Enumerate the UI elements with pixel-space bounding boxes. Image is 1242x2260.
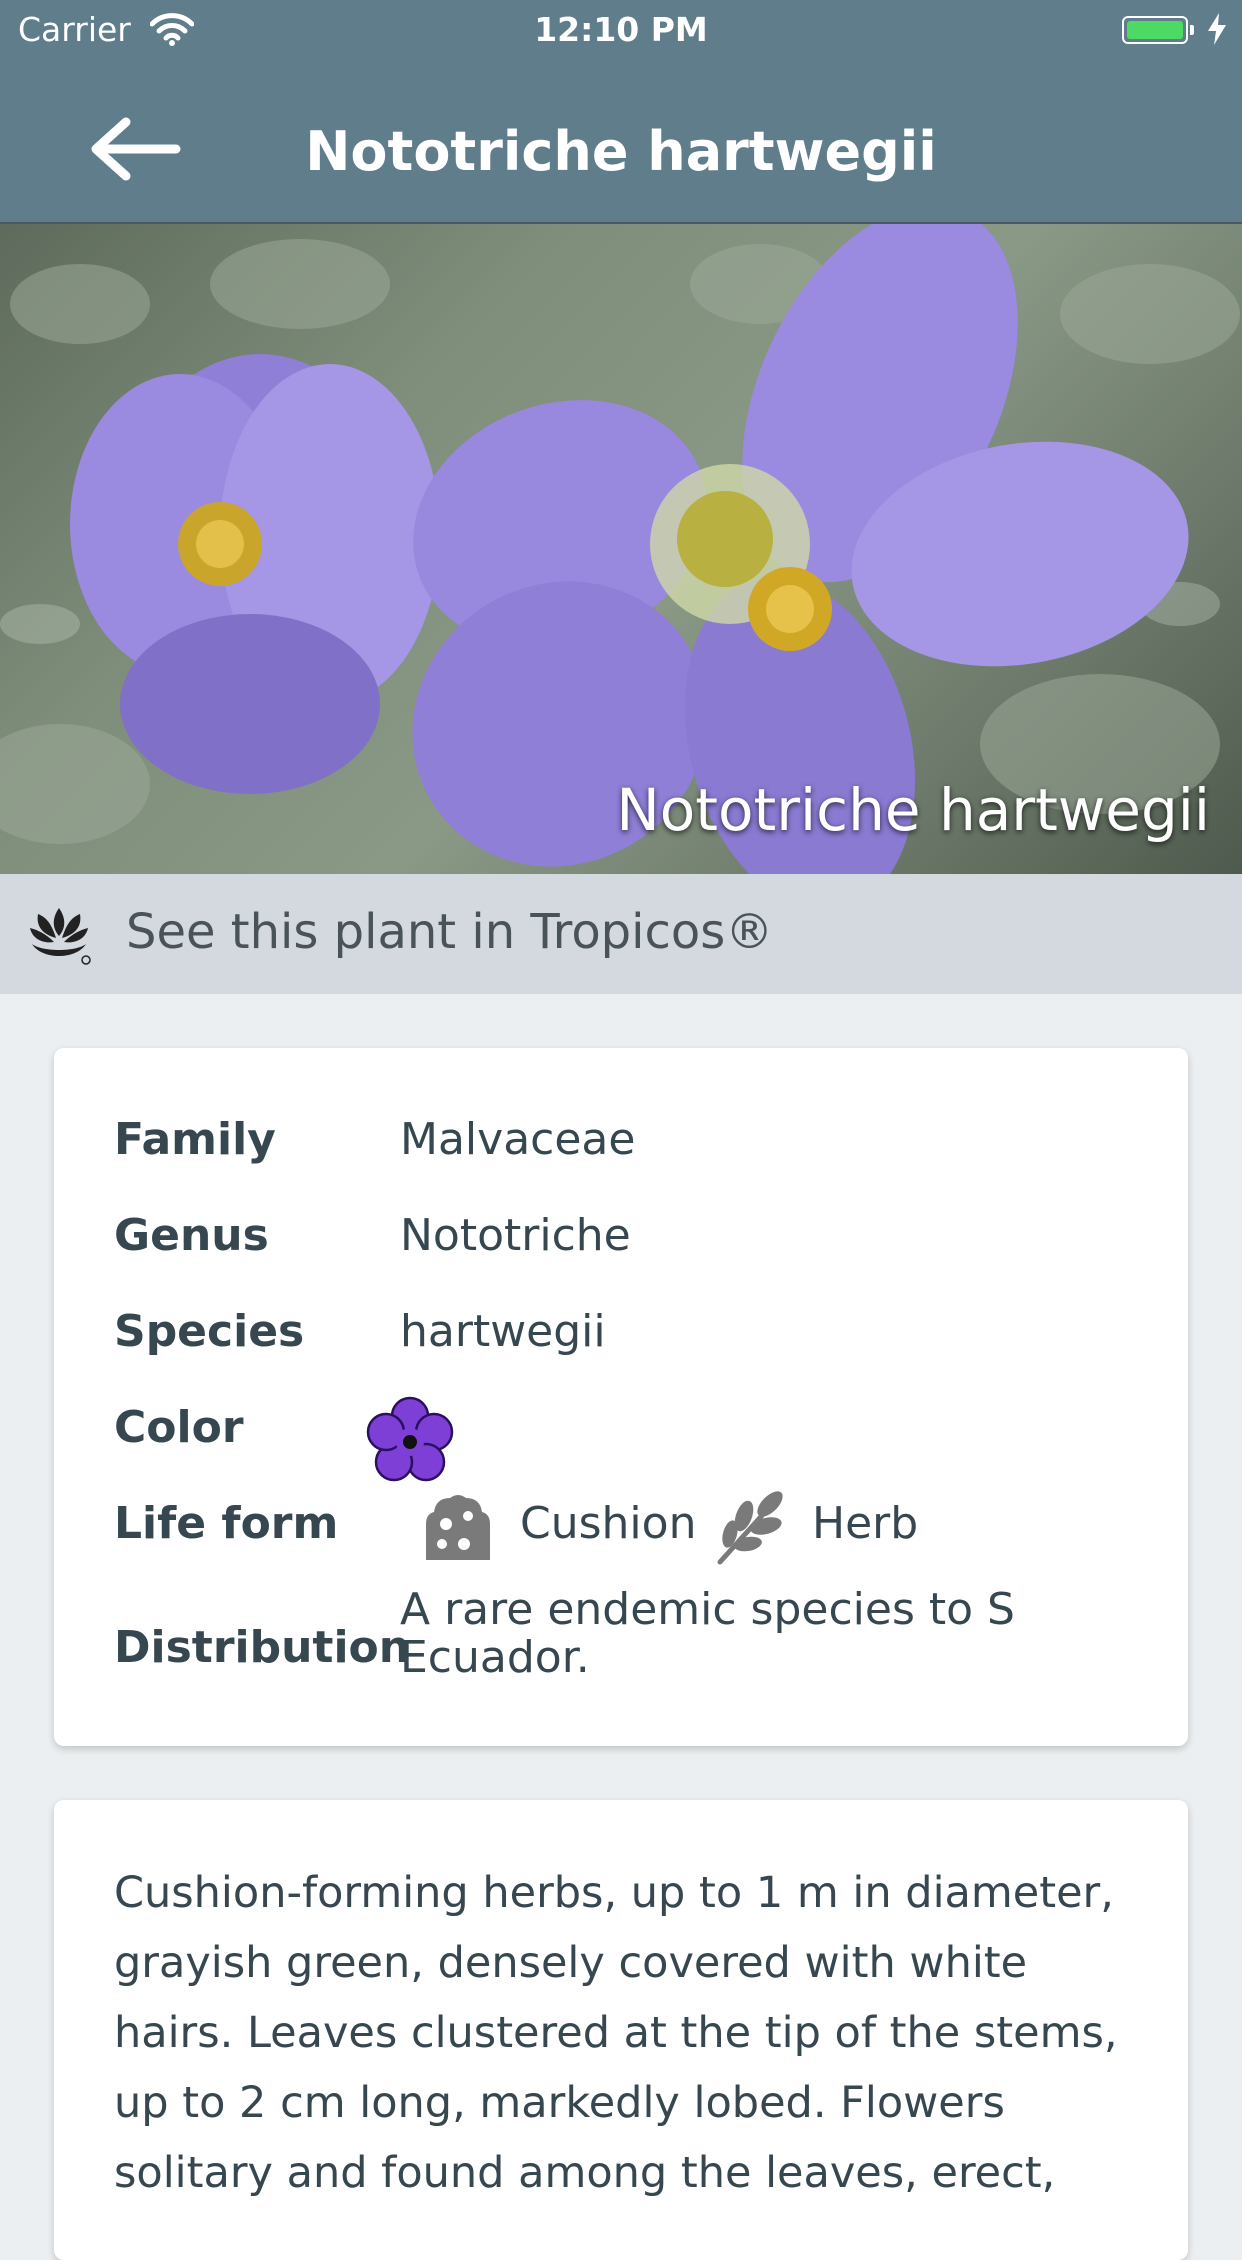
genus-value: Nototriche — [400, 1210, 631, 1261]
page-title: Nototriche hartwegii — [305, 120, 937, 183]
genus-label: Genus — [114, 1210, 269, 1261]
plant-photo[interactable]: Nototriche hartwegii — [0, 224, 1242, 874]
tropicos-logo-icon — [24, 902, 94, 970]
taxonomy-card: Family Malvaceae Genus Nototriche Specie… — [54, 1048, 1188, 1746]
status-time: 12:10 PM — [534, 10, 708, 49]
life-form-cushion-label: Cushion — [520, 1498, 697, 1549]
life-form-label: Life form — [114, 1498, 339, 1549]
battery-icon — [1122, 16, 1194, 44]
nav-bar: Nototriche hartwegii — [0, 62, 1242, 224]
distribution-value: A rare endemic species to S Ecuador. — [400, 1584, 1015, 1683]
color-label: Color — [114, 1402, 244, 1453]
distribution-label: Distribution — [114, 1622, 411, 1673]
life-form-herb-label: Herb — [812, 1498, 919, 1549]
cushion-icon — [420, 1490, 494, 1570]
photo-caption: Nototriche hartwegii — [616, 776, 1210, 844]
status-bar: Carrier 12:10 PM — [0, 0, 1242, 62]
charging-icon — [1206, 12, 1228, 54]
description-card: Cushion-forming herbs, up to 1 m in diam… — [54, 1800, 1188, 2260]
herb-icon — [714, 1490, 790, 1570]
tropicos-link[interactable]: See this plant in Tropicos® — [0, 874, 1242, 994]
species-label: Species — [114, 1306, 305, 1357]
tropicos-link-label: See this plant in Tropicos® — [126, 904, 774, 960]
description-text: Cushion-forming herbs, up to 1 m in diam… — [114, 1868, 1118, 2198]
top-bar: Carrier 12:10 PM Nototriche hartwegii — [0, 0, 1242, 224]
purple-flower-icon — [362, 1394, 458, 1494]
family-label: Family — [114, 1114, 276, 1165]
family-value: Malvaceae — [400, 1114, 636, 1165]
species-value: hartwegii — [400, 1306, 606, 1357]
